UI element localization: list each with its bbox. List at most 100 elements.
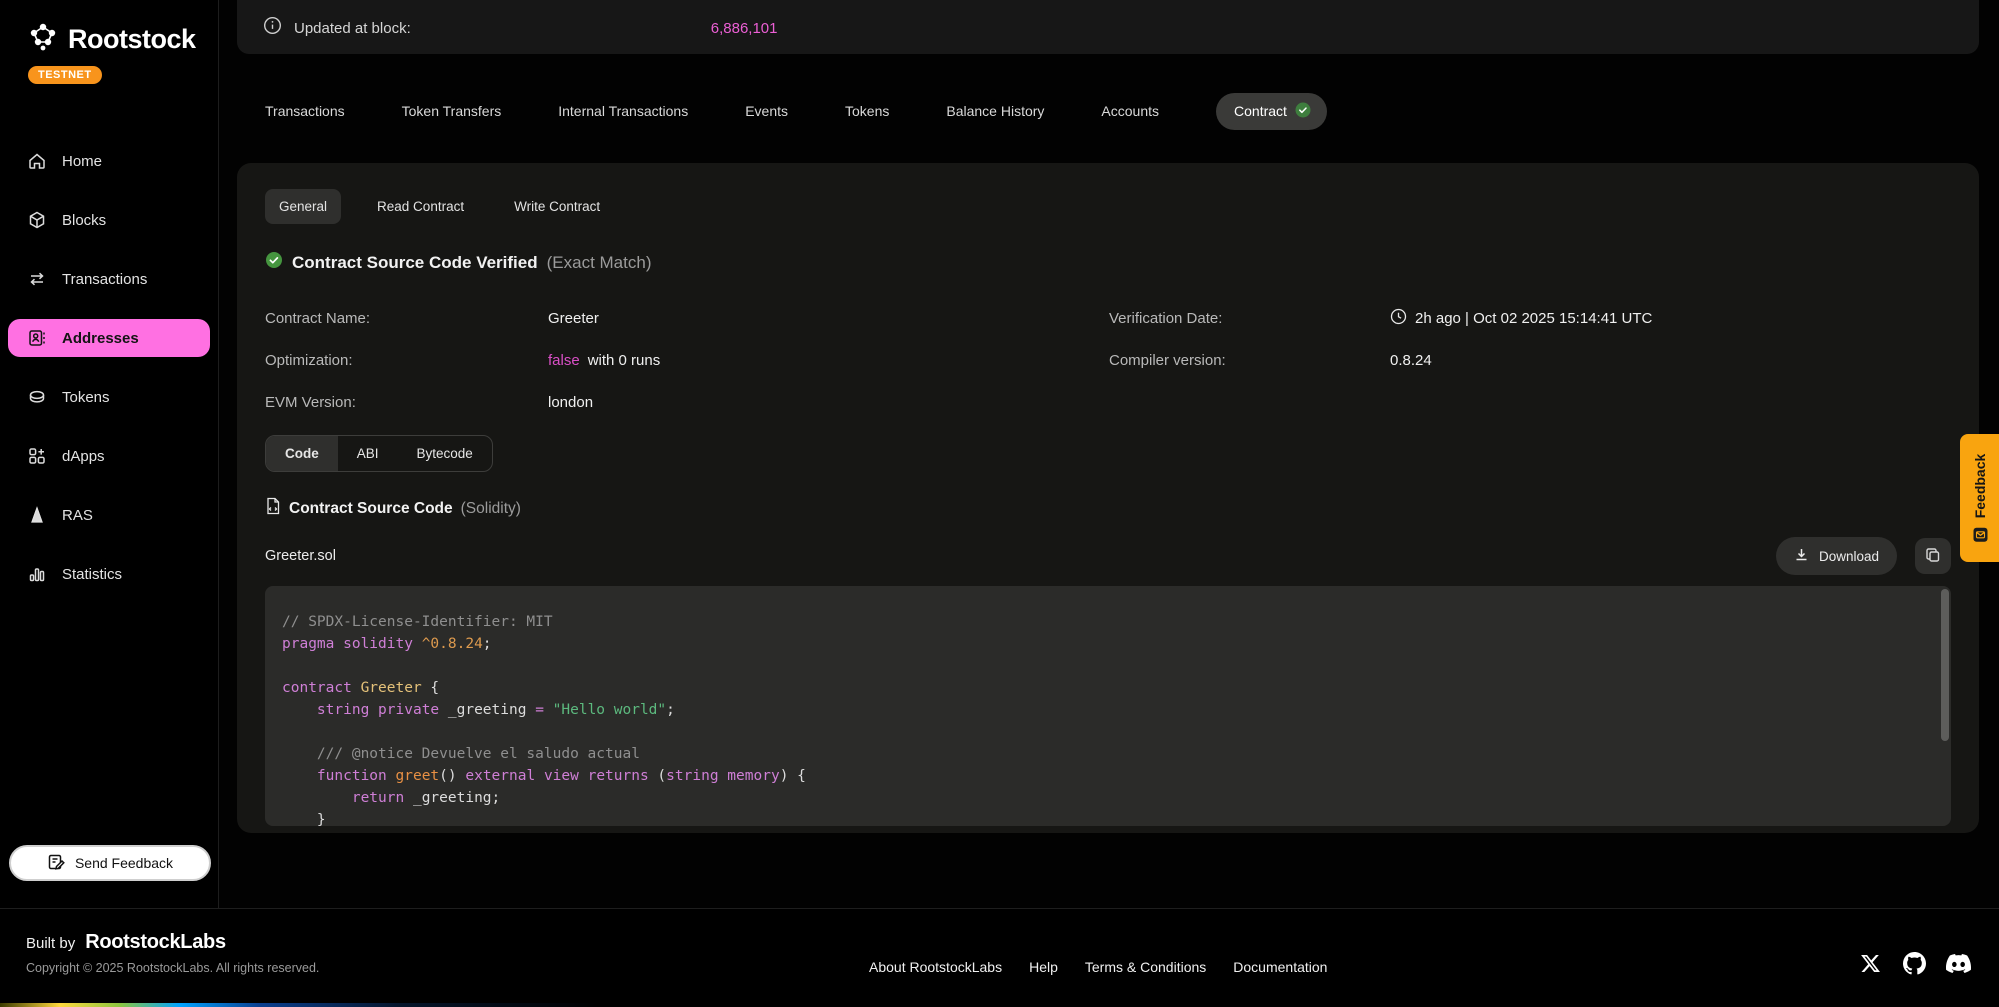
detail-value: false with 0 runs [548, 352, 1109, 369]
file-icon [265, 497, 281, 520]
addresses-icon [26, 327, 48, 349]
ras-icon [26, 504, 48, 526]
subtab-read-contract[interactable]: Read Contract [363, 189, 478, 224]
feedback-tab-label: Feedback [1972, 454, 1988, 519]
source-code-title: Contract Source Code [289, 500, 453, 518]
sidebar-item-statistics[interactable]: Statistics [8, 555, 210, 593]
copy-source-button[interactable] [1915, 538, 1951, 574]
testnet-badge: TESTNET [28, 66, 102, 84]
dapps-icon [26, 445, 48, 467]
block-number-link[interactable]: 6,886,101 [711, 20, 778, 37]
statistics-icon [26, 563, 48, 585]
code-line: pragma solidity ^0.8.24; [282, 633, 1925, 655]
home-icon [26, 150, 48, 172]
code-view-toggle: CodeABIBytecode [265, 435, 493, 472]
discord-icon[interactable] [1946, 951, 1971, 976]
sidebar-item-dapps[interactable]: dApps [8, 437, 210, 475]
tab-balance-history[interactable]: Balance History [946, 103, 1044, 119]
sidebar-item-label: Statistics [62, 566, 122, 583]
sidebar-item-ras[interactable]: RAS [8, 496, 210, 534]
source-code-viewer[interactable]: // SPDX-License-Identifier: MITpragma so… [265, 586, 1951, 826]
footer-link-about-rootstocklabs[interactable]: About RootstockLabs [869, 959, 1002, 975]
detail-row: Contract Name:Greeter [265, 297, 1109, 339]
sidebar-item-label: dApps [62, 448, 105, 465]
code-line: /// @notice Devuelve el saludo actual [282, 743, 1925, 765]
address-tabs: Transactions Token Transfers Internal Tran… [237, 90, 1979, 132]
sidebar-item-transactions[interactable]: Transactions [8, 260, 210, 298]
tab-accounts[interactable]: Accounts [1101, 103, 1159, 119]
code-line: function greet() external view returns (… [282, 765, 1925, 787]
code-line: return _greeting; [282, 787, 1925, 809]
tab-token-transfers[interactable]: Token Transfers [402, 103, 502, 119]
detail-label: Compiler version: [1109, 352, 1390, 369]
github-icon[interactable] [1902, 951, 1927, 976]
copyright-text: Copyright © 2025 RootstockLabs. All righ… [26, 961, 319, 975]
toggle-code[interactable]: Code [266, 436, 338, 471]
detail-label: Verification Date: [1109, 310, 1390, 327]
feedback-mail-icon [1972, 527, 1987, 542]
verified-subtitle: (Exact Match) [547, 253, 652, 273]
blocks-icon [26, 209, 48, 231]
sidebar-nav: Home Blocks Transactions Addresses Tokens dAp… [0, 142, 218, 593]
code-scrollbar-thumb[interactable] [1941, 589, 1949, 741]
detail-label: Contract Name: [265, 310, 548, 327]
sidebar-item-label: RAS [62, 507, 93, 524]
verified-status: Contract Source Code Verified (Exact Mat… [265, 251, 1951, 274]
toggle-bytecode[interactable]: Bytecode [398, 436, 492, 471]
subtab-write-contract[interactable]: Write Contract [500, 189, 614, 224]
source-code-header: Contract Source Code (Solidity) [265, 497, 1951, 520]
footer-brand-link[interactable]: RootstockLabs [85, 931, 226, 954]
download-button[interactable]: Download [1776, 537, 1897, 575]
subtab-general[interactable]: General [265, 189, 341, 224]
footer: Built by RootstockLabs Copyright © 2025 … [0, 908, 1999, 1003]
brand-name: Rootstock [68, 24, 196, 55]
updated-at-block-bar: Updated at block: 6,886,101 [237, 0, 1979, 54]
code-scrollbar[interactable] [1941, 586, 1949, 826]
tab-contract[interactable]: Contract [1216, 93, 1327, 130]
x-icon[interactable] [1858, 951, 1883, 976]
code-line [282, 721, 1925, 743]
detail-label: Optimization: [265, 352, 548, 369]
tab-internal-transactions[interactable]: Internal Transactions [558, 103, 688, 119]
toggle-abi[interactable]: ABI [338, 436, 398, 471]
contract-panel: General Read Contract Write Contract Contr… [237, 163, 1979, 833]
sidebar-item-tokens[interactable]: Tokens [8, 378, 210, 416]
sidebar-item-addresses[interactable]: Addresses [8, 319, 210, 357]
detail-value: london [548, 394, 1109, 411]
sidebar-item-home[interactable]: Home [8, 142, 210, 180]
contract-details: Contract Name:GreeterOptimization:false … [265, 297, 1951, 423]
built-by-label: Built by [26, 935, 75, 952]
verified-check-icon [265, 251, 283, 274]
contract-verified-check-icon [1295, 102, 1311, 121]
main-content: Updated at block: 6,886,101 Transactions… [219, 0, 1999, 908]
brand-logo[interactable]: Rootstock TESTNET [0, 0, 218, 84]
code-line: string private _greeting = "Hello world"… [282, 699, 1925, 721]
sidebar-item-label: Tokens [62, 389, 110, 406]
detail-value: Greeter [548, 310, 1109, 327]
sidebar-item-blocks[interactable]: Blocks [8, 201, 210, 239]
feedback-tab-button[interactable]: Feedback [1960, 434, 1999, 562]
info-icon [263, 16, 282, 40]
tokens-icon [26, 386, 48, 408]
footer-link-help[interactable]: Help [1029, 959, 1058, 975]
feedback-note-icon [47, 853, 65, 874]
detail-row: Compiler version:0.8.24 [1109, 339, 1951, 381]
footer-link-documentation[interactable]: Documentation [1233, 959, 1327, 975]
tab-tokens[interactable]: Tokens [845, 103, 889, 119]
download-label: Download [1819, 549, 1879, 564]
detail-row: Verification Date:2h ago | Oct 02 2025 1… [1109, 297, 1951, 339]
sidebar-item-label: Transactions [62, 271, 147, 288]
send-feedback-button[interactable]: Send Feedback [9, 845, 211, 881]
transactions-icon [26, 268, 48, 290]
send-feedback-label: Send Feedback [75, 855, 173, 871]
sidebar-item-label: Blocks [62, 212, 106, 229]
detail-value: 2h ago | Oct 02 2025 15:14:41 UTC [1390, 308, 1951, 329]
tab-events[interactable]: Events [745, 103, 788, 119]
detail-label: EVM Version: [265, 394, 548, 411]
tab-transactions[interactable]: Transactions [265, 103, 345, 119]
code-line: // SPDX-License-Identifier: MIT [282, 611, 1925, 633]
detail-row: Optimization:false with 0 runs [265, 339, 1109, 381]
footer-link-terms-conditions[interactable]: Terms & Conditions [1085, 959, 1206, 975]
download-icon [1794, 547, 1809, 565]
code-line: } [282, 809, 1925, 826]
